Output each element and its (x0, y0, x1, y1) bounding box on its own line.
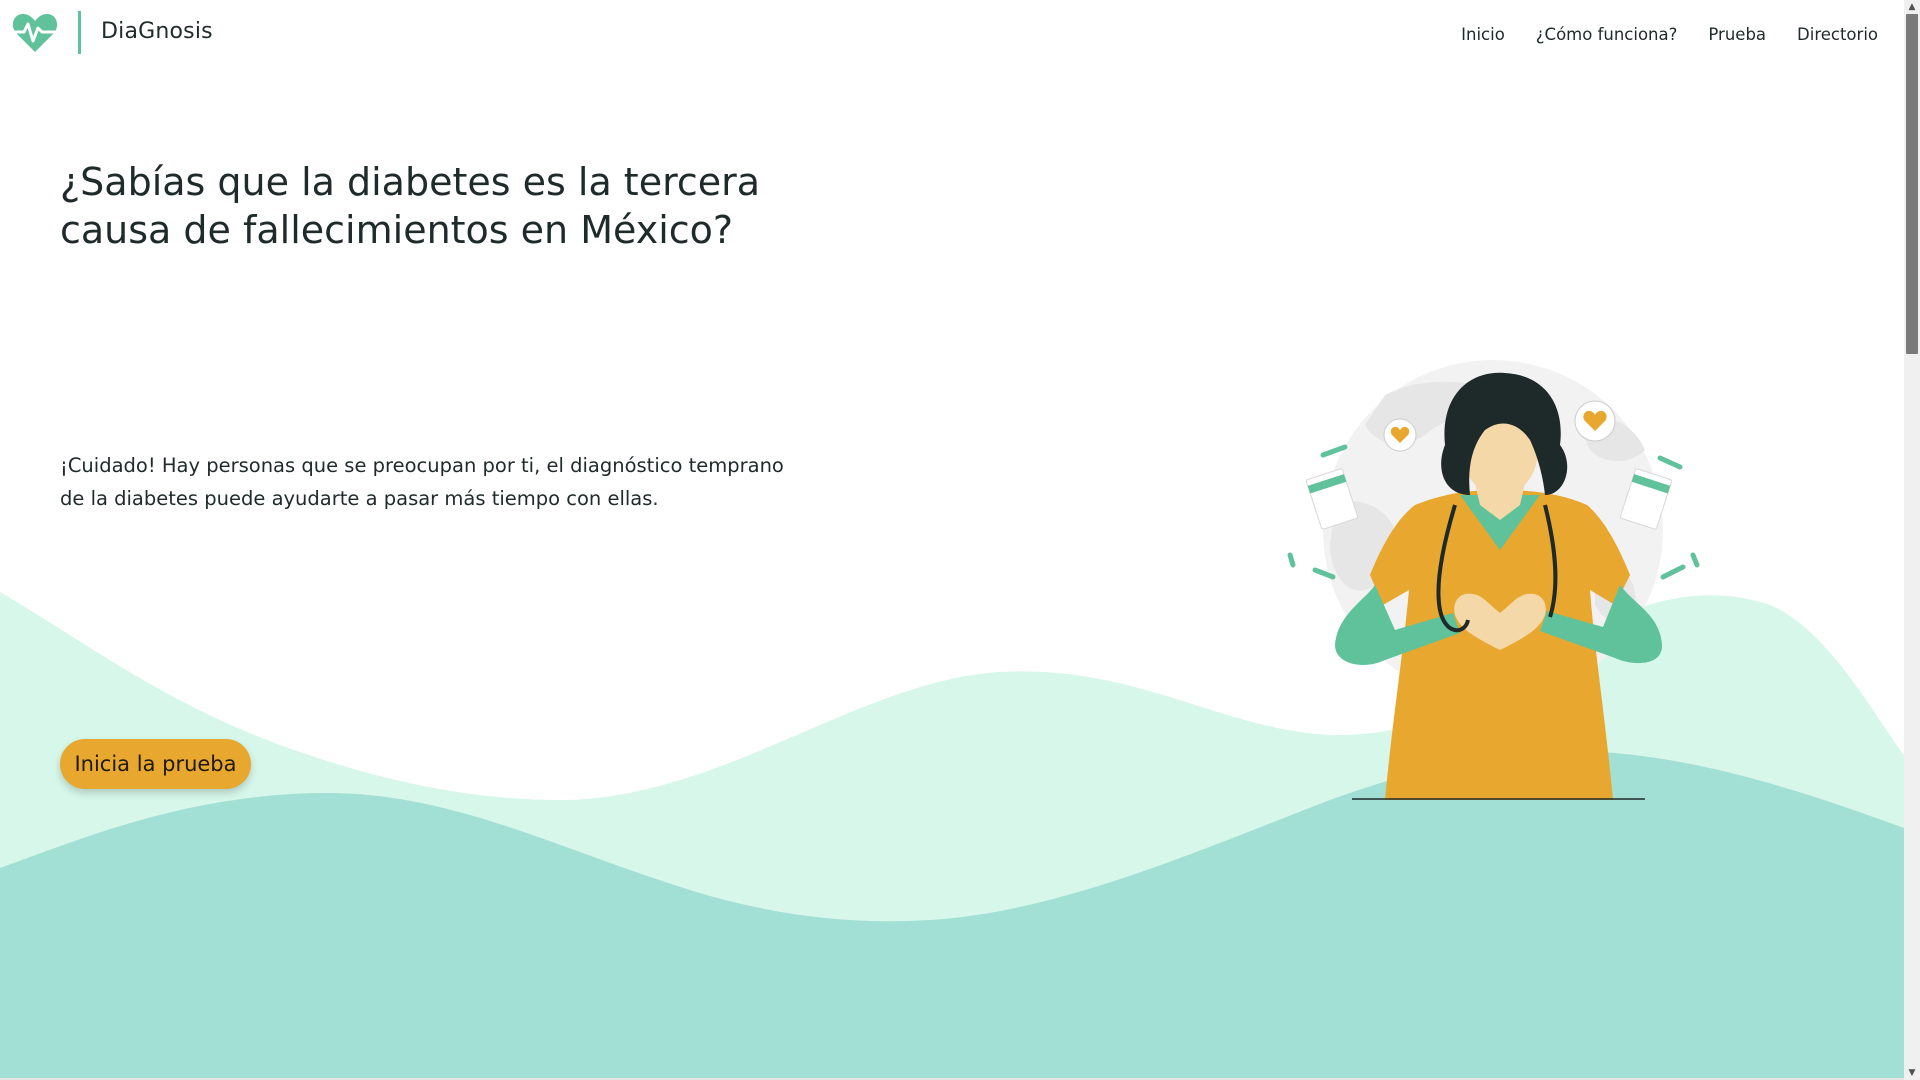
nav-item-como-funciona[interactable]: ¿Cómo funciona? (1536, 25, 1678, 44)
scrollbar-thumb[interactable] (1906, 14, 1918, 354)
hero-title: ¿Sabías que la diabetes es la tercera ca… (60, 160, 761, 252)
main-nav: Inicio ¿Cómo funciona? Prueba Directorio (1461, 25, 1878, 44)
vertical-scrollbar[interactable]: ▲ ▼ (1904, 0, 1920, 1080)
heart-pulse-icon[interactable] (12, 12, 58, 54)
hero-text: ¡Cuidado! Hay personas que se preocupan … (60, 454, 784, 510)
nav-item-inicio[interactable]: Inicio (1461, 25, 1505, 44)
site-header: DiaGnosis Inicio ¿Cómo funciona? Prueba … (0, 0, 1904, 72)
page: DiaGnosis Inicio ¿Cómo funciona? Prueba … (0, 0, 1920, 1080)
scroll-down-arrow-icon[interactable]: ▼ (1904, 1066, 1920, 1080)
viewport: DiaGnosis Inicio ¿Cómo funciona? Prueba … (0, 0, 1904, 1078)
heart-bubble-right (1574, 400, 1616, 442)
scroll-up-arrow-icon[interactable]: ▲ (1904, 0, 1920, 14)
logo-divider (78, 11, 81, 54)
nav-item-prueba[interactable]: Prueba (1708, 25, 1766, 44)
nav-item-directorio[interactable]: Directorio (1797, 25, 1878, 44)
doctor-heart-hands-illustration (1287, 360, 1700, 800)
start-test-button[interactable]: Inicia la prueba (60, 739, 251, 789)
heart-bubble-left (1383, 418, 1417, 452)
brand-name[interactable]: DiaGnosis (101, 19, 213, 44)
